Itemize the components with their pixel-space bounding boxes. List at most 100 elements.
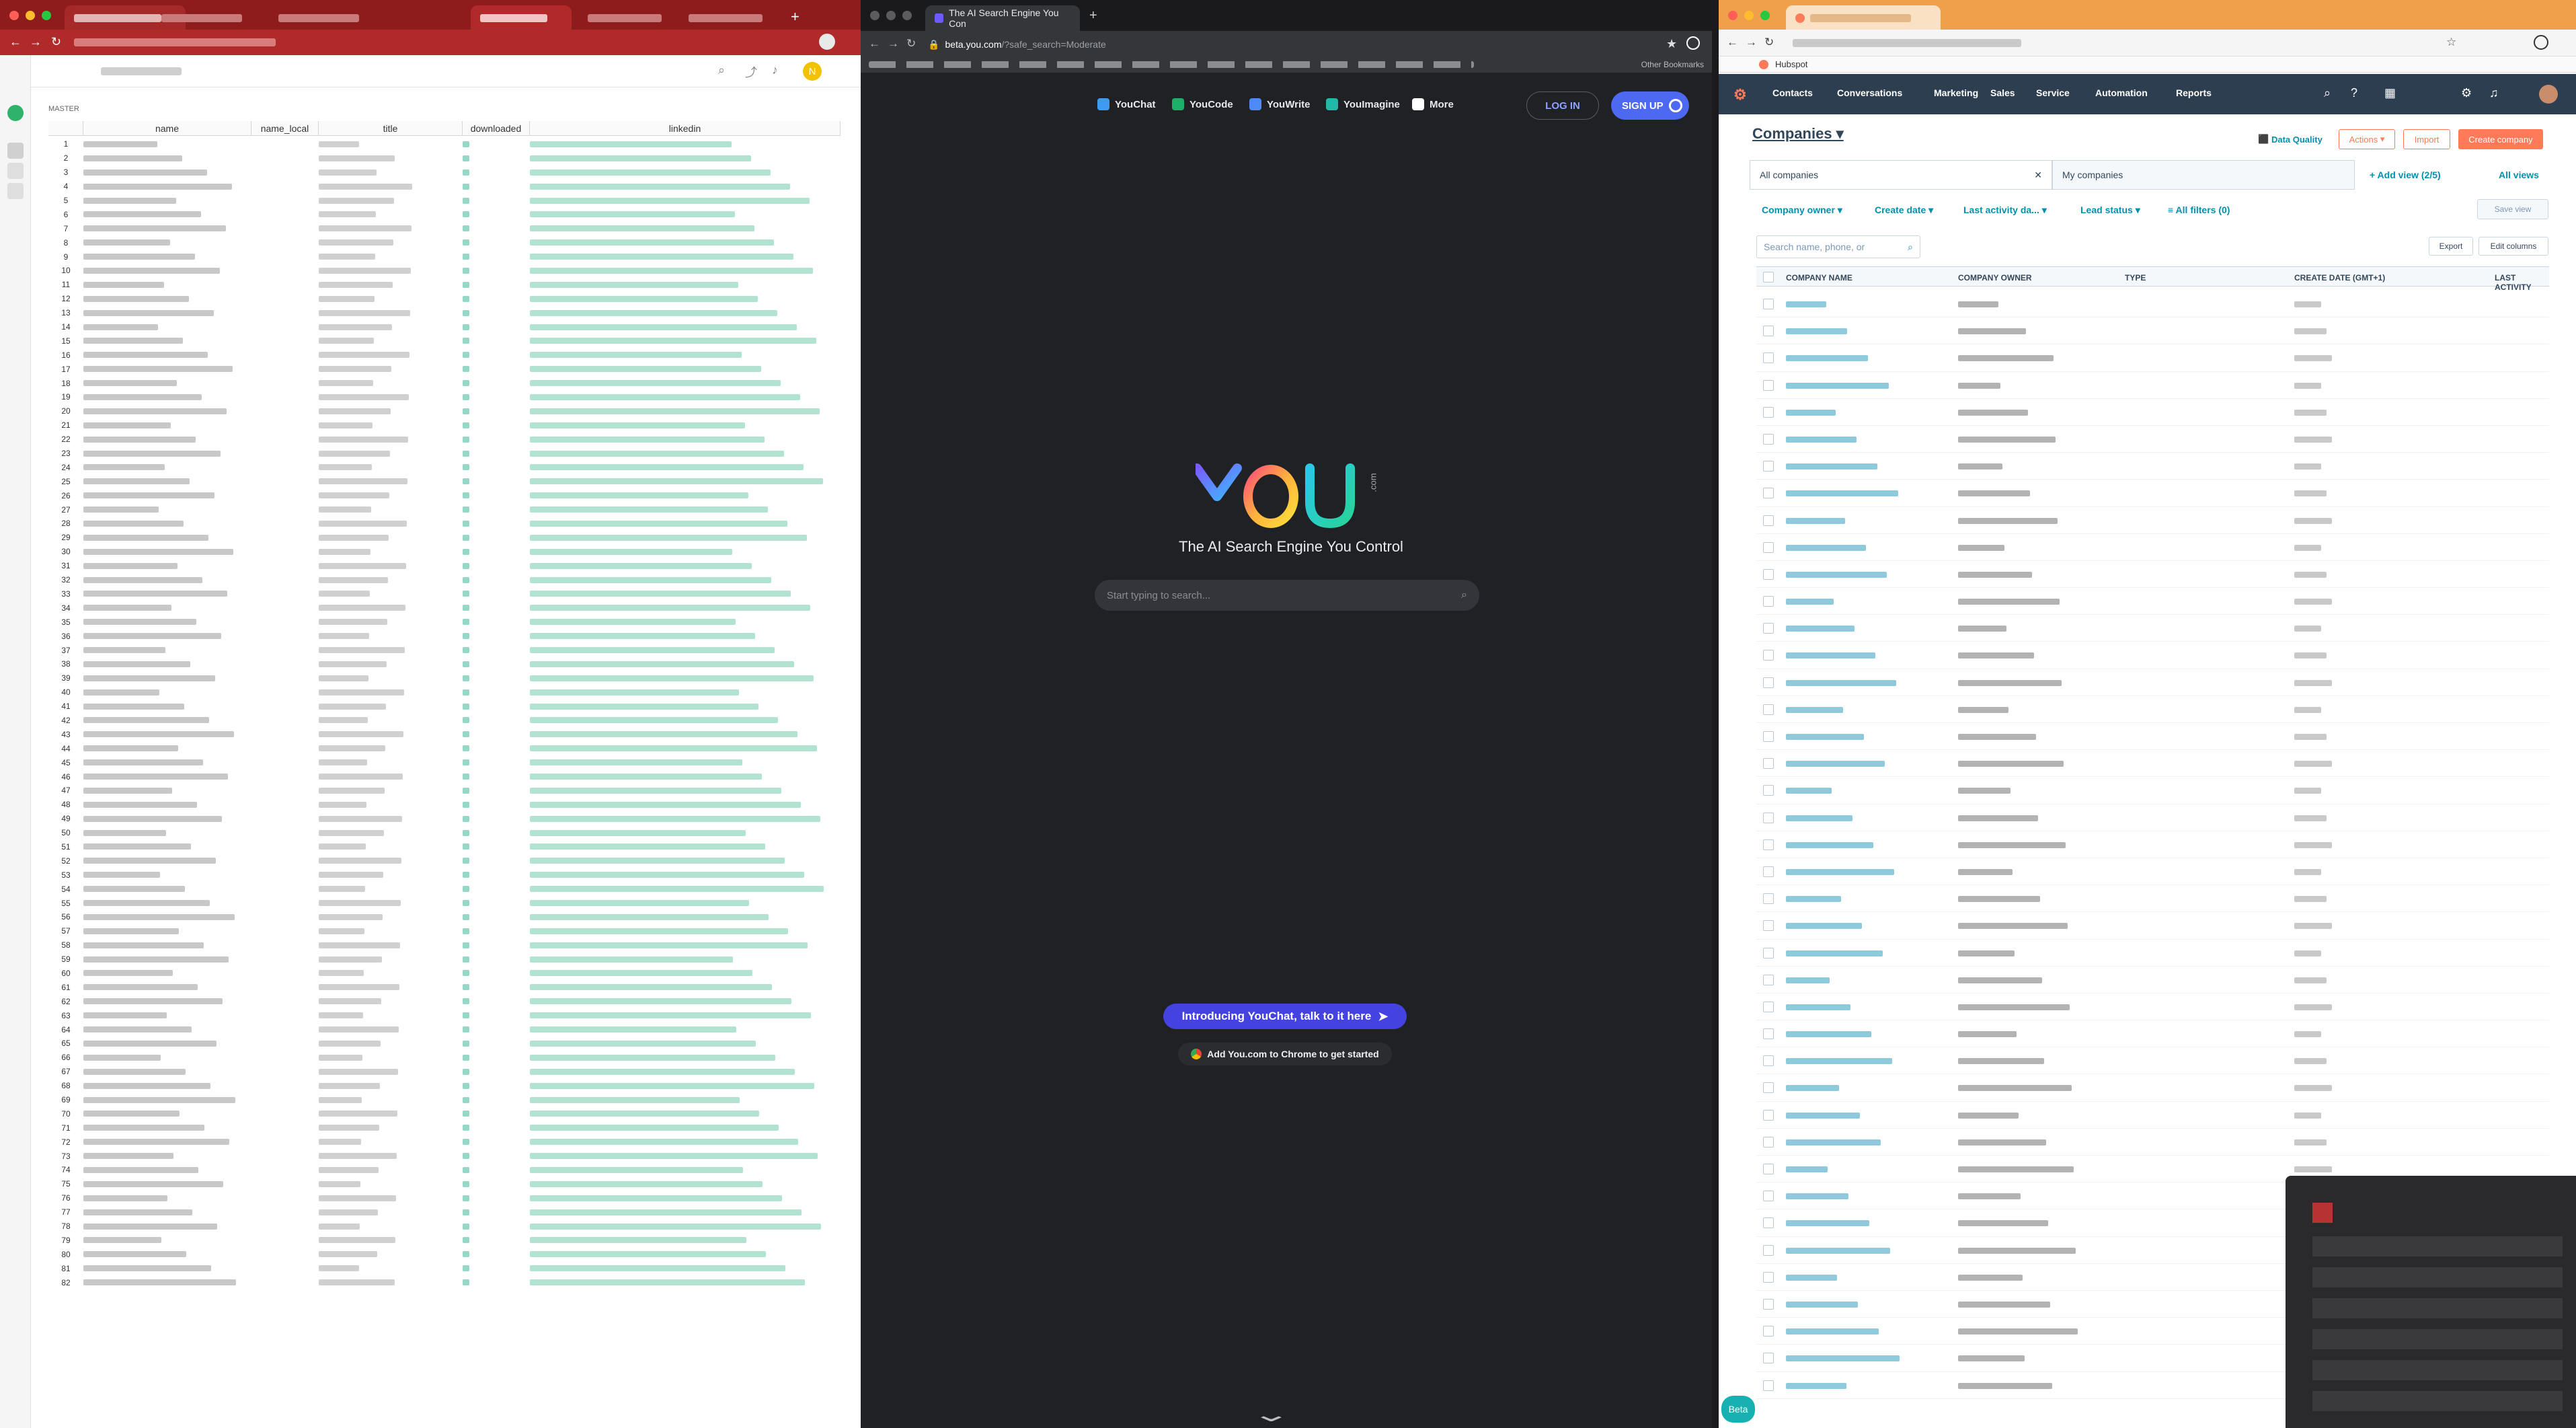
table-row[interactable] [1756, 858, 2549, 886]
sheet-row[interactable]: 1 [48, 137, 841, 151]
sheet-cell[interactable] [319, 436, 408, 443]
sheet-cell[interactable] [83, 1237, 161, 1244]
sheet-row[interactable]: 32 [48, 573, 841, 587]
sheet-cell[interactable] [463, 1012, 469, 1019]
sheet-cell[interactable] [463, 872, 469, 878]
table-row[interactable] [1756, 291, 2549, 318]
sheet-cell[interactable] [530, 886, 824, 893]
sheet-cell[interactable] [530, 801, 801, 808]
filter-company-owner[interactable]: Company owner ▾ [1762, 204, 1842, 216]
sheet-cell[interactable] [463, 450, 469, 457]
sheet-cell[interactable] [83, 436, 196, 443]
row-checkbox[interactable] [1763, 920, 1774, 932]
sheet-row[interactable]: 5 [48, 194, 841, 208]
sheet-cell[interactable] [463, 1209, 469, 1215]
sheet-row[interactable]: 47 [48, 784, 841, 798]
sheet-cell[interactable] [530, 211, 735, 218]
sheet-cell[interactable] [530, 984, 772, 991]
sheet-cell[interactable] [83, 872, 160, 878]
beta-badge[interactable]: Beta [1721, 1396, 1755, 1423]
row-checkbox[interactable] [1763, 433, 1774, 445]
sheet-cell[interactable] [530, 393, 800, 400]
sheet-row[interactable]: 33 [48, 587, 841, 601]
sheet-cell[interactable] [83, 464, 165, 471]
nav-automation[interactable]: Automation [2095, 87, 2148, 98]
sheet-cell[interactable] [83, 1166, 198, 1173]
back-arrow-icon[interactable]: ← [869, 37, 880, 50]
sheet-cell[interactable] [83, 956, 229, 963]
sheet-cell[interactable] [463, 548, 469, 555]
signup-button[interactable]: SIGN UP [1611, 91, 1689, 120]
sheet-cell[interactable] [319, 1223, 360, 1230]
sheet-cell[interactable] [463, 1265, 469, 1272]
sheet-row[interactable]: 22 [48, 433, 841, 447]
sheet-cell[interactable] [463, 408, 469, 414]
sheet-cell[interactable] [530, 858, 785, 864]
sheet-cell[interactable] [530, 1040, 756, 1047]
sheet-cell[interactable] [463, 1026, 469, 1033]
sheet-cell[interactable] [83, 717, 209, 724]
row-checkbox[interactable] [1763, 568, 1774, 580]
sheet-cell[interactable] [83, 998, 223, 1005]
sheet-cell[interactable] [463, 956, 469, 963]
sheet-cell[interactable] [530, 928, 788, 934]
row-checkbox[interactable] [1763, 1298, 1774, 1310]
sheet-row[interactable]: 51 [48, 840, 841, 854]
row-checkbox[interactable] [1763, 893, 1774, 905]
sheet-row[interactable]: 56 [48, 910, 841, 924]
sheet-row[interactable]: 39 [48, 671, 841, 685]
sheet-cell[interactable] [463, 534, 469, 541]
sheet-cell[interactable] [319, 183, 412, 190]
sheet-cell[interactable] [530, 506, 768, 513]
sheet-cell[interactable] [83, 1223, 217, 1230]
minimize-window-button[interactable] [1744, 11, 1754, 20]
close-window-button[interactable] [870, 11, 880, 20]
sheet-cell[interactable] [463, 254, 469, 260]
nav-youchat[interactable]: YouChat [1097, 98, 1156, 110]
sheet-cell[interactable] [83, 197, 176, 204]
sheet-row[interactable]: 66 [48, 1051, 841, 1065]
sheet-row[interactable]: 36 [48, 629, 841, 643]
sheet-cell[interactable] [530, 309, 777, 316]
sheet-cell[interactable] [463, 1082, 469, 1089]
sheet-cell[interactable] [83, 141, 157, 147]
data-quality-button[interactable]: ⬛ Data Quality [2250, 129, 2331, 149]
minimize-window-button[interactable] [26, 11, 35, 20]
user-avatar[interactable]: N [803, 62, 822, 81]
notification-popup[interactable] [2286, 1176, 2576, 1428]
sheet-cell[interactable] [319, 1111, 397, 1117]
sheet-cell[interactable] [319, 745, 385, 752]
sheet-cell[interactable] [463, 647, 469, 653]
table-row[interactable] [1756, 669, 2549, 696]
sheet-row[interactable]: 45 [48, 755, 841, 769]
sheet-cell[interactable] [83, 913, 235, 920]
sheet-cell[interactable] [83, 380, 177, 387]
sheet-cell[interactable] [530, 324, 797, 330]
sheet-cell[interactable] [83, 183, 232, 190]
sheet-cell[interactable] [319, 239, 393, 246]
search-icon[interactable]: ⌕ [1461, 589, 1467, 601]
table-row[interactable] [1756, 750, 2549, 778]
table-row[interactable] [1756, 831, 2549, 858]
sheet-cell[interactable] [83, 675, 215, 681]
page-title[interactable]: Companies ▾ [1752, 125, 1844, 143]
sheet-cell[interactable] [319, 393, 409, 400]
sheet-cell[interactable] [463, 169, 469, 176]
reload-icon[interactable]: ↻ [51, 35, 61, 49]
sheet-cell[interactable] [463, 1111, 469, 1117]
sheet-cell[interactable] [463, 633, 469, 640]
sheet-cell[interactable] [530, 675, 814, 681]
sheet-row[interactable]: 28 [48, 517, 841, 531]
sheet-cell[interactable] [319, 548, 370, 555]
sheet-cell[interactable] [530, 562, 752, 569]
sheet-cell[interactable] [530, 155, 751, 161]
sheet-cell[interactable] [530, 913, 769, 920]
sheet-cell[interactable] [319, 211, 376, 218]
tab-my-companies[interactable]: My companies [2052, 160, 2355, 190]
sheet-row[interactable]: 77 [48, 1205, 841, 1219]
sheet-row[interactable]: 6 [48, 207, 841, 221]
sheet-row[interactable]: 13 [48, 306, 841, 320]
sheet-cell[interactable] [83, 338, 183, 344]
marketplace-icon[interactable]: ▦ [2384, 86, 2396, 100]
scroll-down-chevron-icon[interactable]: ⌄ [1251, 1403, 1291, 1427]
